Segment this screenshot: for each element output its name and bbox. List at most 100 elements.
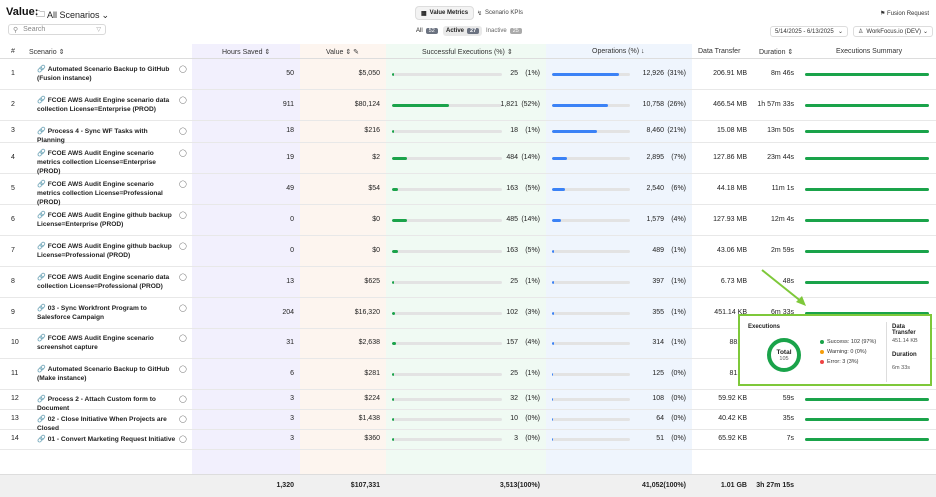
data-transfer: 466.54 MB (713, 101, 747, 108)
date-range-picker[interactable]: 5/14/2025 - 6/13/2025 ⌄ (770, 26, 848, 37)
flag-icon: ⚑ (880, 11, 888, 17)
col-scenario[interactable]: Scenario ⇕ (29, 48, 64, 56)
tag-icon[interactable]: ◯ (179, 334, 187, 342)
tag-icon[interactable]: ◯ (179, 273, 187, 281)
table-row[interactable]: 12 🔗 Process 2 - Attach Custom form to Doc… (0, 389, 936, 412)
table-row[interactable]: 14 🔗 01 - Convert Marketing Request Initia… (0, 429, 936, 450)
tag-icon[interactable]: ◯ (179, 365, 187, 373)
hours-saved: 3 (290, 435, 294, 442)
filter-active[interactable]: Active 27 (443, 26, 483, 36)
workspace-selector[interactable]: ♙ WorkFocus.io (DEV) ⌄ (853, 26, 933, 37)
success-percent: (1%) (525, 278, 540, 285)
tab-scenario-kpis[interactable]: ↯ Scenario KPIs (472, 6, 528, 20)
executions-summary-bar[interactable] (805, 188, 929, 191)
success-percent: (1%) (525, 70, 540, 77)
success-bar (392, 250, 502, 253)
scenario-link[interactable]: 🔗 FCOE AWS Audit Engine scenario metrics … (37, 180, 177, 207)
col-success[interactable]: Successful Executions (%) ⇕ (422, 48, 513, 56)
executions-summary-bar[interactable] (805, 281, 929, 284)
tag-icon[interactable]: ◯ (179, 415, 187, 423)
table-row[interactable]: 3 🔗 Process 4 - Sync WF Tasks with Plannin… (0, 120, 936, 144)
tag-icon[interactable]: ◯ (179, 304, 187, 312)
ops-bar (552, 250, 630, 253)
link-icon: 🔗 (37, 66, 46, 73)
executions-summary-bar[interactable] (805, 250, 929, 253)
ops-percent: (1%) (671, 278, 686, 285)
tag-icon[interactable]: ◯ (179, 211, 187, 219)
scenario-link[interactable]: 🔗 FCOE AWS Audit Engine github backup Lic… (37, 242, 177, 260)
col-duration[interactable]: Duration ⇕ (759, 48, 793, 56)
duration: 23m 44s (767, 154, 794, 161)
filter-inactive[interactable]: Inactive 25 (483, 26, 525, 36)
executions-summary-bar[interactable] (805, 130, 929, 133)
fusion-request-button[interactable]: ⚑ Fusion Request (880, 10, 929, 17)
ops-bar (552, 373, 630, 376)
table-row[interactable]: 2 🔗 FCOE AWS Audit Engine scenario data co… (0, 89, 936, 121)
scenario-link[interactable]: 🔗 03 - Sync Workfront Program to Salesfor… (37, 304, 177, 322)
table-row[interactable]: 13 🔗 02 - Close Initiative When Projects a… (0, 409, 936, 432)
table-row[interactable]: 5 🔗 FCOE AWS Audit Engine scenario metrics… (0, 173, 936, 207)
search-input[interactable]: ⚲ Search ▽ (8, 24, 106, 35)
col-hours[interactable]: Hours Saved ⇕ (222, 48, 270, 56)
ops-bar-fill (552, 438, 553, 441)
tag-icon[interactable]: ◯ (179, 96, 187, 104)
success-bar (392, 342, 502, 345)
success-bar-fill (392, 250, 398, 253)
scenario-link[interactable]: 🔗 FCOE AWS Audit Engine scenario data col… (37, 273, 177, 291)
col-value[interactable]: Value ⇕ ✎ (326, 48, 359, 56)
tag-icon[interactable]: ◯ (179, 65, 187, 73)
tag-icon[interactable]: ◯ (179, 395, 187, 403)
filter-all[interactable]: All 52 (413, 26, 441, 36)
executions-summary-bar[interactable] (805, 104, 929, 107)
scenario-filter-dropdown[interactable]: 🗀 All Scenarios ⌄ (36, 7, 109, 23)
success-bar (392, 104, 502, 107)
edit-icon[interactable]: ✎ (353, 49, 359, 56)
scenario-link[interactable]: 🔗 Automated Scenario Backup to GitHub (Fu… (37, 65, 177, 83)
link-icon: 🔗 (37, 243, 46, 250)
executions-summary-bar[interactable] (805, 438, 929, 441)
table-row[interactable]: 4 🔗 FCOE AWS Audit Engine scenario metrics… (0, 142, 936, 176)
value: $0 (372, 216, 380, 223)
ops-bar (552, 73, 630, 76)
ops-bar-fill (552, 250, 555, 253)
tag-icon[interactable]: ◯ (179, 180, 187, 188)
executions-summary-bar[interactable] (805, 73, 929, 76)
tag-icon[interactable]: ◯ (179, 435, 187, 443)
tag-icon[interactable]: ◯ (179, 242, 187, 250)
executions-summary-bar[interactable] (805, 157, 929, 160)
duration: 35s (782, 415, 794, 422)
ops-bar (552, 342, 630, 345)
ops-bar (552, 312, 630, 315)
scenario-link[interactable]: 🔗 FCOE AWS Audit Engine scenario metrics … (37, 149, 177, 176)
hours-saved: 50 (286, 70, 294, 77)
executions-summary-bar[interactable] (805, 418, 929, 421)
tag-icon[interactable]: ◯ (179, 127, 187, 135)
success-count: 157 (506, 339, 518, 346)
duration: 7s (786, 435, 794, 442)
scenario-link[interactable]: 🔗 FCOE AWS Audit Engine scenario screensh… (37, 334, 177, 352)
data-transfer: 43.06 MB (717, 247, 747, 254)
callout-arrow-icon (761, 269, 806, 306)
ops-percent: (0%) (671, 395, 686, 402)
success-percent: (1%) (525, 370, 540, 377)
executions-summary-bar[interactable] (805, 398, 929, 401)
link-icon: 🔗 (37, 366, 46, 373)
table-row[interactable]: 6 🔗 FCOE AWS Audit Engine github backup Li… (0, 204, 936, 236)
tag-icon[interactable]: ◯ (179, 149, 187, 157)
ops-bar (552, 157, 630, 160)
success-bar (392, 219, 502, 222)
hours-saved: 3 (290, 415, 294, 422)
link-icon: 🔗 (37, 212, 46, 219)
filter-icon[interactable]: ▽ (96, 26, 101, 33)
col-transfer[interactable]: Data Transfer (698, 48, 740, 55)
scenario-link[interactable]: 🔗 Automated Scenario Backup to GitHub (Ma… (37, 365, 177, 383)
table-row[interactable]: 1 🔗 Automated Scenario Backup to GitHub (F… (0, 58, 936, 90)
executions-summary-bar[interactable] (805, 219, 929, 222)
scenario-link[interactable]: 🔗 01 - Convert Marketing Request Initiati… (37, 435, 177, 444)
col-ops[interactable]: Operations (%) ↓ (592, 48, 645, 55)
tab-value-metrics[interactable]: ▦ Value Metrics (415, 6, 475, 20)
table-row[interactable]: 7 🔗 FCOE AWS Audit Engine github backup Li… (0, 235, 936, 267)
scenario-link[interactable]: 🔗 FCOE AWS Audit Engine scenario data col… (37, 96, 177, 114)
scenario-link[interactable]: 🔗 FCOE AWS Audit Engine github backup Lic… (37, 211, 177, 229)
row-number: 5 (11, 185, 15, 192)
